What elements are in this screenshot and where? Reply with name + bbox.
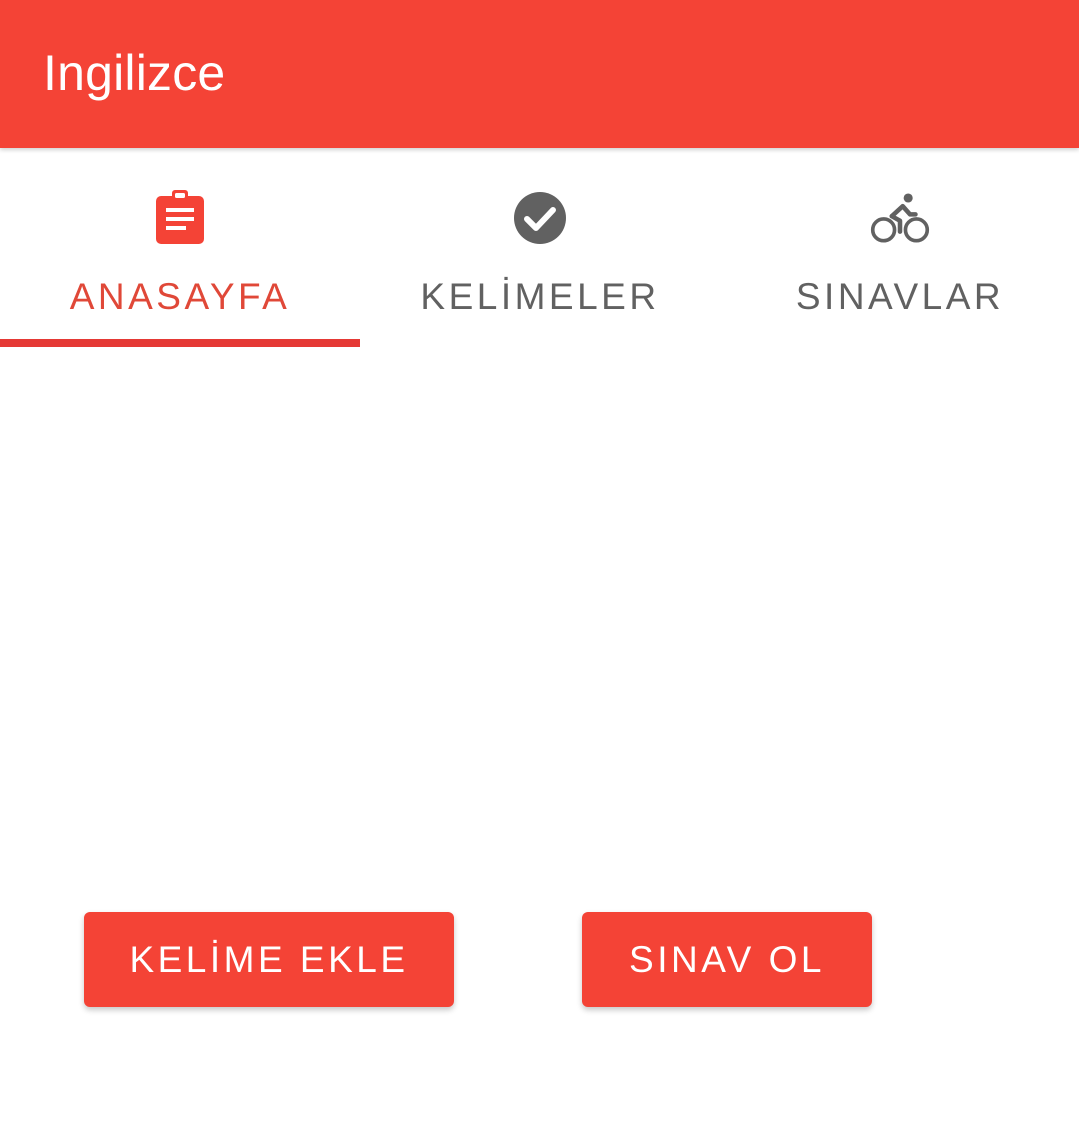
add-word-button[interactable]: KELİME EKLE — [84, 912, 454, 1007]
check-circle-icon — [510, 188, 570, 248]
tab-label: ANASAYFA — [69, 276, 291, 317]
tab-label: KELİMELER — [420, 276, 660, 317]
app-bar: Ingilizce — [0, 0, 1079, 148]
tab-sinavlar[interactable]: SINAVLAR — [720, 148, 1079, 348]
clipboard-icon — [150, 188, 210, 248]
app-title: Ingilizce — [43, 45, 226, 101]
tab-anasayfa[interactable]: ANASAYFA — [0, 148, 360, 348]
tab-bar: ANASAYFA KELİMELER SINAVLAR — [0, 148, 1079, 348]
bike-icon — [870, 188, 930, 248]
tab-label: SINAVLAR — [795, 276, 1005, 317]
active-tab-indicator — [0, 339, 360, 347]
take-exam-button[interactable]: SINAV OL — [582, 912, 872, 1007]
tab-kelimeler[interactable]: KELİMELER — [360, 148, 720, 348]
